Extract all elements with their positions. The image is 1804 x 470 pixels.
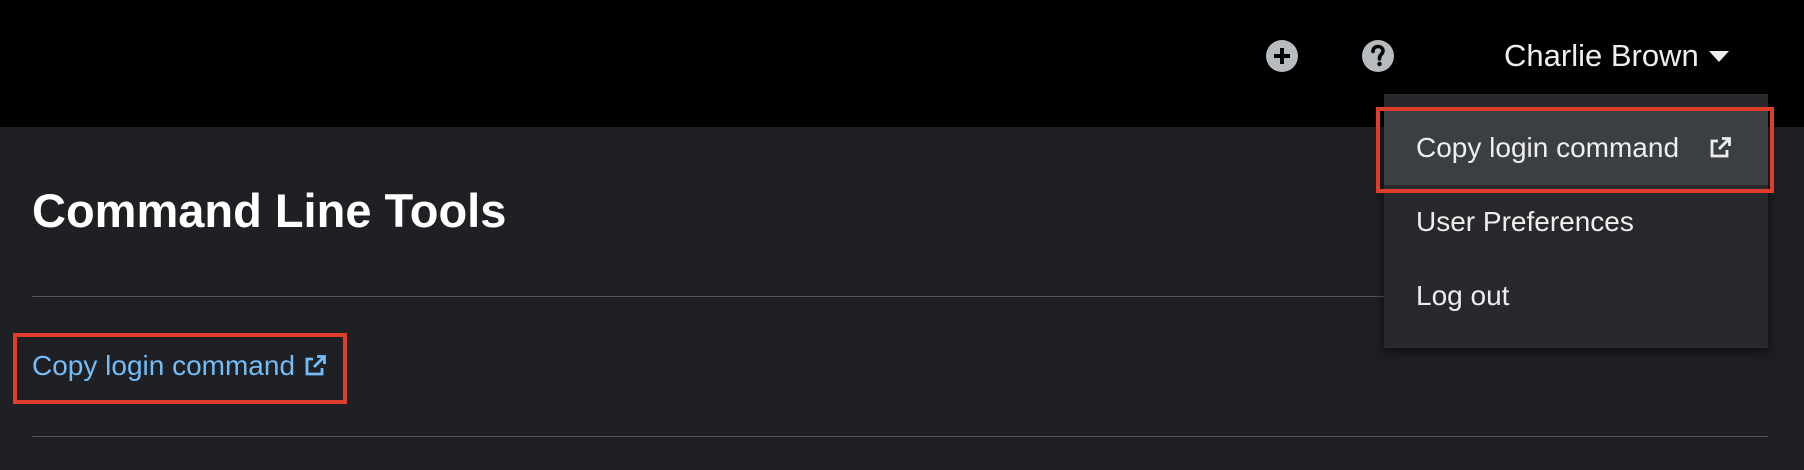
question-mark-icon: [1371, 44, 1385, 67]
add-icon[interactable]: [1266, 40, 1298, 72]
plus-icon: [1274, 48, 1290, 64]
menu-item-user-preferences[interactable]: User Preferences: [1384, 185, 1768, 259]
user-dropdown-menu: Copy login command User Preferences Log …: [1384, 94, 1768, 348]
user-menu-toggle[interactable]: Charlie Brown: [1504, 36, 1729, 76]
copy-login-command-label: Copy login command: [32, 350, 296, 381]
external-link-icon: [1710, 137, 1731, 158]
copy-login-command-link[interactable]: Copy login command: [32, 350, 327, 382]
menu-item-log-out[interactable]: Log out: [1384, 259, 1768, 333]
caret-down-icon: [1708, 50, 1729, 62]
menu-item-label: Log out: [1416, 280, 1510, 311]
page-title: Command Line Tools: [32, 184, 507, 237]
divider: [32, 436, 1768, 437]
menu-item-copy-login-command[interactable]: Copy login command: [1384, 111, 1768, 185]
user-name: Charlie Brown: [1504, 38, 1699, 73]
help-icon[interactable]: [1362, 40, 1394, 72]
menu-item-label: User Preferences: [1416, 206, 1634, 237]
menu-item-label: Copy login command: [1416, 132, 1680, 163]
external-link-icon: [305, 355, 326, 376]
